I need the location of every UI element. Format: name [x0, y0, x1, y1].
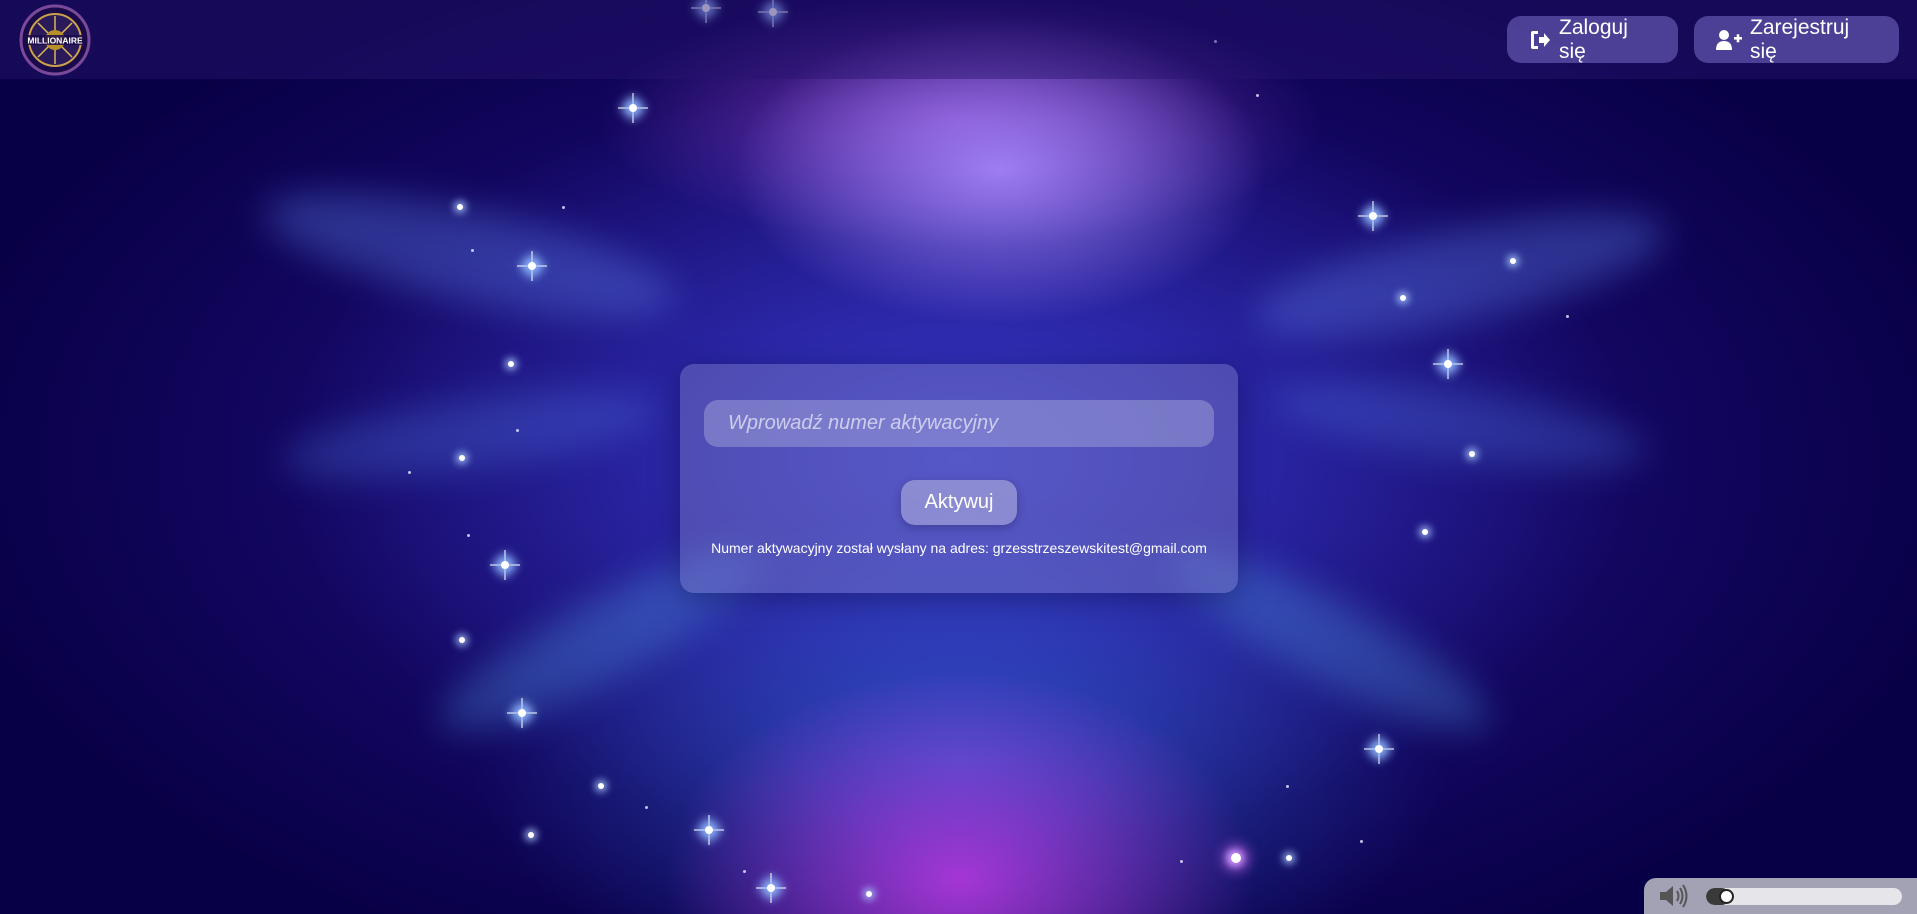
star-decoration [645, 806, 648, 809]
star-decoration [517, 251, 547, 281]
star-decoration [1358, 201, 1388, 231]
volume-control [1644, 878, 1917, 914]
star-decoration [1469, 451, 1475, 457]
star-decoration [459, 455, 465, 461]
star-decoration [1256, 94, 1259, 97]
star-decoration [459, 637, 465, 643]
star-decoration [1364, 734, 1394, 764]
login-label: Zaloguj się [1559, 15, 1628, 63]
star-decoration [1400, 295, 1406, 301]
volume-slider[interactable] [1706, 888, 1902, 905]
millionaire-logo-icon[interactable]: MILLIONAIRE [19, 4, 91, 76]
volume-slider-knob[interactable] [1718, 889, 1734, 904]
star-decoration [1566, 315, 1569, 318]
star-decoration [408, 471, 411, 474]
login-button[interactable]: Zaloguj się [1507, 16, 1678, 63]
star-decoration [528, 832, 534, 838]
activation-code-input[interactable] [704, 400, 1214, 447]
star-decoration [694, 815, 724, 845]
star-decoration [618, 93, 648, 123]
star-decoration [756, 873, 786, 903]
star-decoration [471, 249, 474, 252]
volume-icon[interactable] [1658, 884, 1690, 913]
star-decoration [598, 783, 604, 789]
star-decoration [562, 206, 565, 209]
top-navigation-bar: MILLIONAIRE Zaloguj się Zarejestruj się [0, 0, 1917, 79]
star-decoration [1286, 855, 1292, 861]
star-decoration [1433, 349, 1463, 379]
activate-button-label: Aktywuj [924, 491, 994, 513]
sign-in-icon [1529, 30, 1551, 50]
star-decoration [1422, 529, 1428, 535]
user-plus-icon [1716, 29, 1742, 51]
star-decoration [457, 204, 463, 210]
star-decoration [1180, 860, 1183, 863]
star-decoration [1510, 258, 1516, 264]
activation-info-text: Numer aktywacyjny został wysłany na adre… [711, 540, 1207, 556]
star-decoration [743, 870, 746, 873]
activate-button[interactable]: Aktywuj [901, 480, 1017, 525]
star-decoration [866, 891, 872, 897]
register-button[interactable]: Zarejestruj się [1694, 16, 1899, 63]
star-decoration [467, 534, 470, 537]
star-decoration [1231, 853, 1241, 863]
svg-text:MILLIONAIRE: MILLIONAIRE [27, 36, 83, 46]
star-decoration [508, 361, 514, 367]
star-decoration [516, 429, 519, 432]
star-decoration [507, 698, 537, 728]
star-decoration [1360, 840, 1363, 843]
register-label: Zarejestruj się [1750, 15, 1850, 63]
star-decoration [1286, 785, 1289, 788]
activation-card: Aktywuj Numer aktywacyjny został wysłany… [680, 364, 1238, 593]
star-decoration [490, 550, 520, 580]
